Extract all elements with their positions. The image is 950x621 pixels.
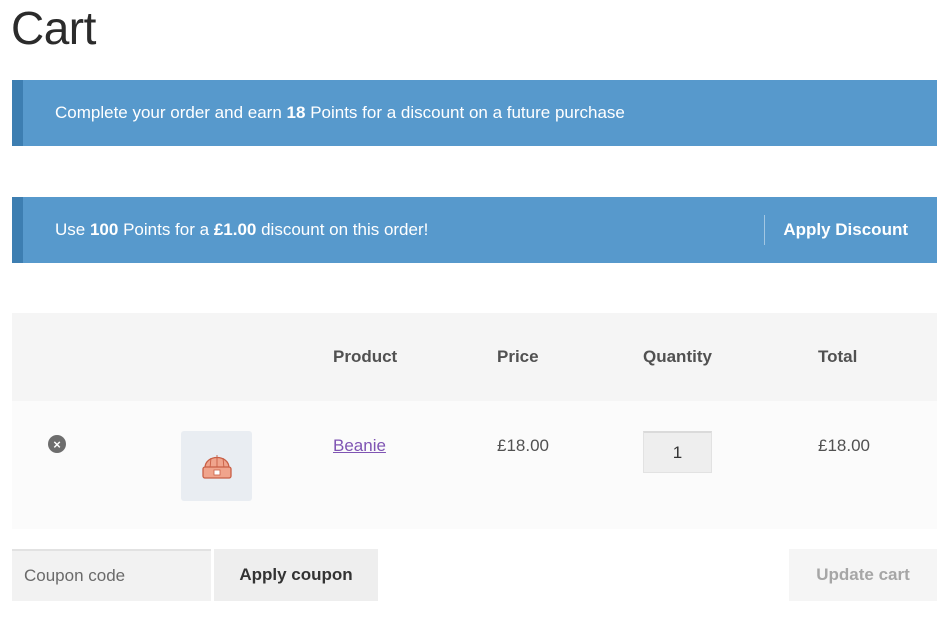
redeem-amount-value: £1.00	[213, 220, 257, 239]
update-cart-button[interactable]: Update cart	[789, 549, 937, 601]
redeem-notice-mid: Points for a	[123, 220, 210, 239]
product-price: £18.00	[497, 436, 549, 455]
remove-icon[interactable]: ×	[48, 435, 66, 453]
column-header-quantity: Quantity	[643, 347, 712, 366]
points-earn-notice: Complete your order and earn 18 Points f…	[12, 80, 937, 146]
earn-notice-prefix: Complete your order and earn	[55, 103, 282, 122]
product-link-beanie[interactable]: Beanie	[333, 436, 386, 455]
beanie-hat-icon	[201, 455, 232, 479]
column-header-price: Price	[497, 347, 539, 366]
page-title: Cart	[11, 2, 96, 54]
redeem-notice-suffix: discount on this order!	[261, 220, 429, 239]
product-thumbnail[interactable]	[181, 431, 252, 501]
points-redeem-notice: Use 100 Points for a £1.00 discount on t…	[12, 197, 937, 263]
quantity-input[interactable]: 1	[643, 431, 712, 473]
quantity-value: 1	[672, 442, 683, 462]
column-header-product: Product	[333, 347, 398, 366]
column-header-total: Total	[818, 347, 858, 366]
earn-notice-suffix: Points for a discount on a future purcha…	[310, 103, 625, 122]
apply-discount-button[interactable]: Apply Discount	[764, 215, 937, 245]
earn-points-value: 18	[286, 103, 306, 122]
cart-table: Product Price Quantity Total × Beanie £1…	[12, 313, 937, 529]
redeem-points-value: 100	[89, 220, 119, 239]
product-total: £18.00	[818, 436, 870, 455]
apply-coupon-button[interactable]: Apply coupon	[214, 549, 378, 601]
redeem-notice-prefix: Use	[55, 220, 86, 239]
coupon-code-placeholder: Coupon code	[24, 566, 126, 585]
cart-table-header: Product Price Quantity Total	[12, 313, 937, 401]
coupon-code-input[interactable]: Coupon code	[12, 549, 211, 601]
